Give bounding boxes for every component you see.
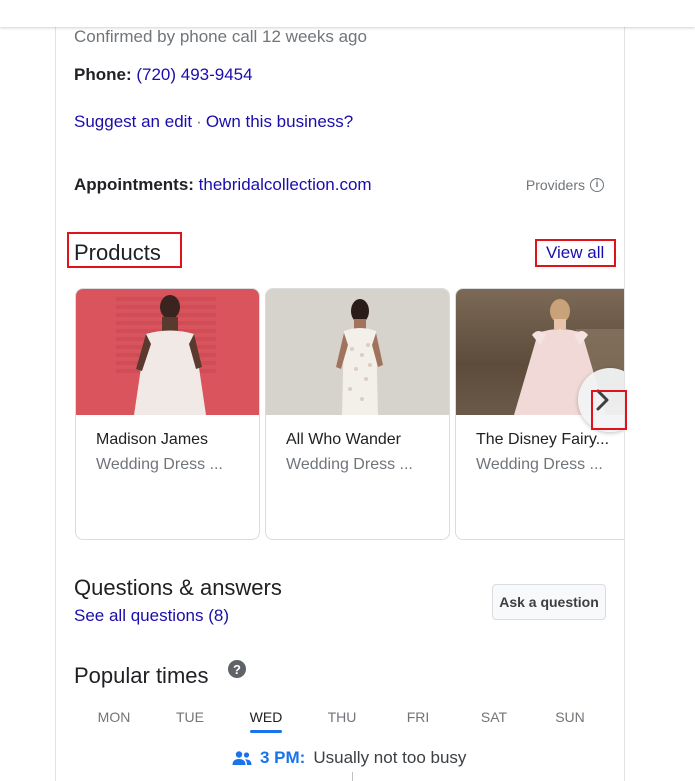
view-all-products-link[interactable]: View all: [546, 243, 604, 263]
appointments-label: Appointments:: [74, 175, 194, 194]
people-icon: [232, 751, 252, 765]
product-type: Wedding Dress ...: [96, 456, 223, 473]
top-bar: [0, 0, 695, 27]
product-card-1[interactable]: Madison James Wedding Dress ...: [75, 288, 260, 540]
product-name: The Disney Fairy...: [476, 431, 610, 448]
product-name: All Who Wander: [286, 431, 401, 448]
edit-links-row: Suggest an edit · Own this business?: [74, 112, 353, 132]
info-icon[interactable]: i: [590, 178, 604, 192]
phone-label: Phone:: [74, 65, 132, 84]
confirmation-text: Confirmed by phone call 12 weeks ago: [74, 27, 367, 46]
ask-question-button[interactable]: Ask a question: [492, 584, 606, 620]
phone-row: Phone: (720) 493-9454: [74, 65, 253, 85]
own-business-link[interactable]: Own this business?: [206, 112, 353, 131]
appointments-link[interactable]: thebridalcollection.com: [199, 175, 372, 194]
live-busyness: 3 PM: Usually not too busy: [232, 748, 466, 768]
providers-info[interactable]: Providers i: [526, 177, 604, 193]
product-name: Madison James: [96, 431, 209, 448]
tab-tue[interactable]: TUE: [152, 709, 228, 733]
product-type: Wedding Dress ...: [476, 456, 603, 473]
product-type: Wedding Dress ...: [286, 456, 413, 473]
product-card-2[interactable]: All Who Wander Wedding Dress ...: [265, 288, 450, 540]
busyness-status: Usually not too busy: [313, 748, 467, 767]
product-image-all-who-wander: [266, 289, 449, 415]
tab-thu[interactable]: THU: [304, 709, 380, 733]
qa-heading: Questions & answers: [74, 575, 282, 600]
tab-sat[interactable]: SAT: [456, 709, 532, 733]
see-all-questions-link[interactable]: See all questions (8): [74, 606, 229, 626]
tab-sun[interactable]: SUN: [532, 709, 608, 733]
suggest-edit-link[interactable]: Suggest an edit: [74, 112, 192, 131]
appointments-row: Appointments: thebridalcollection.com: [74, 175, 372, 195]
knowledge-panel: Confirmed by phone call 12 weeks ago Pho…: [55, 0, 625, 781]
tab-fri[interactable]: FRI: [380, 709, 456, 733]
chevron-right-icon: [596, 389, 609, 411]
product-image-madison-james: [76, 289, 259, 415]
tab-wed[interactable]: WED: [228, 709, 304, 733]
providers-label: Providers: [525, 177, 585, 193]
popular-times-heading: Popular times: [74, 663, 209, 688]
products-heading: Products: [74, 240, 161, 265]
tab-mon[interactable]: MON: [76, 709, 152, 733]
phone-number-link[interactable]: (720) 493-9454: [136, 65, 252, 84]
graph-marker-line: [352, 772, 353, 781]
help-icon[interactable]: ?: [228, 660, 246, 678]
products-carousel: Madison James Wedding Dress ... All Who …: [75, 288, 624, 540]
day-tabs: MON TUE WED THU FRI SAT SUN: [76, 709, 608, 733]
link-separator: ·: [196, 112, 202, 131]
current-time: 3 PM:: [260, 748, 306, 767]
